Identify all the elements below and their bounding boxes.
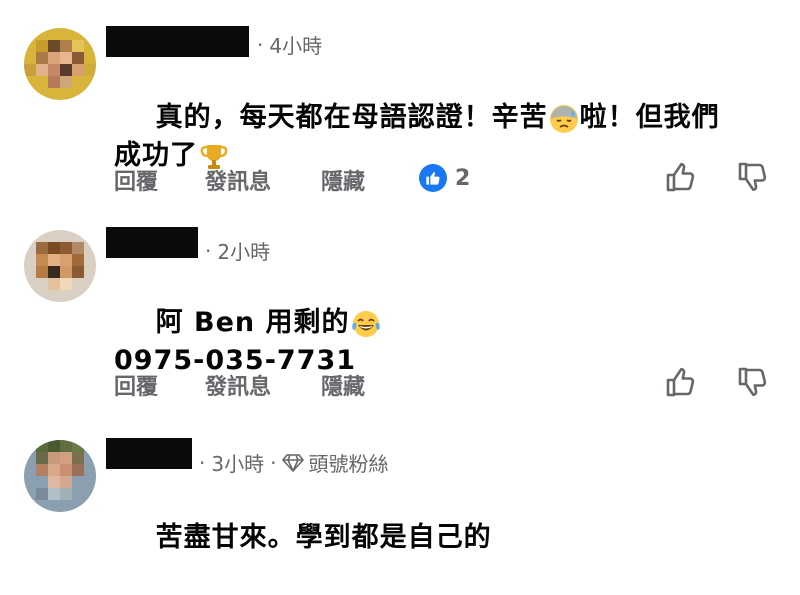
comment-1: · 4小時 真的，每天都在母語認證！辛苦 啦！但我們 成功了 回覆 發訊息 隱藏 … xyxy=(0,0,800,200)
comment-2: · 2小時 阿 Ben 用剩的 0975-035-7731 回覆 發訊息 隱藏 xyxy=(0,200,800,410)
reply-button[interactable]: 回覆 xyxy=(114,369,158,401)
like-reaction-count[interactable]: 2 xyxy=(419,164,470,192)
top-fan-badge: 頭號粉絲 xyxy=(308,452,389,476)
comment-time[interactable]: 3小時 xyxy=(211,448,264,477)
comment-time[interactable]: 4小時 xyxy=(269,30,322,59)
thumbs-down-icon[interactable] xyxy=(736,365,770,399)
thumbs-up-icon[interactable] xyxy=(664,160,698,194)
comment-text: 苦盡甘來。學到都是自己的 xyxy=(155,522,492,553)
diamond-icon xyxy=(282,453,305,472)
redacted-username[interactable] xyxy=(106,438,192,469)
thumbs-down-icon[interactable] xyxy=(736,160,770,194)
comment-time[interactable]: 2小時 xyxy=(217,236,270,265)
comment-actions: 回覆 發訊息 隱藏 xyxy=(114,365,774,401)
comment-meta: · 2小時 xyxy=(203,236,270,265)
like-count: 2 xyxy=(455,165,471,191)
comment-3: · 3小時 · 頭號粉絲 苦盡甘來。學到都是自己的 xyxy=(0,410,800,553)
avatar[interactable] xyxy=(24,230,96,302)
reply-button[interactable]: 回覆 xyxy=(114,164,158,196)
laughing-tears-face-emoji xyxy=(351,310,380,337)
avatar[interactable] xyxy=(24,440,96,512)
send-message-button[interactable]: 發訊息 xyxy=(205,164,271,196)
comment-meta: · 3小時 · 頭號粉絲 xyxy=(197,448,388,477)
comment-actions: 回覆 發訊息 隱藏 2 xyxy=(114,160,774,196)
redacted-username[interactable] xyxy=(106,227,198,258)
like-reaction-icon xyxy=(419,164,447,192)
comment-meta: · 4小時 xyxy=(255,30,322,59)
hide-button[interactable]: 隱藏 xyxy=(321,164,365,196)
downcast-sweat-face-emoji xyxy=(549,104,578,133)
send-message-button[interactable]: 發訊息 xyxy=(205,369,271,401)
avatar[interactable] xyxy=(24,28,96,100)
thumbs-up-icon[interactable] xyxy=(664,365,698,399)
redacted-username[interactable] xyxy=(106,26,249,57)
hide-button[interactable]: 隱藏 xyxy=(321,369,365,401)
